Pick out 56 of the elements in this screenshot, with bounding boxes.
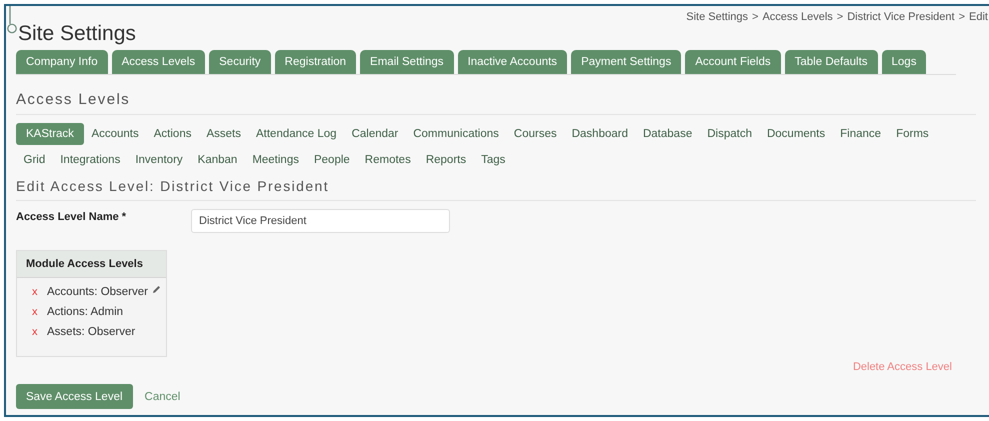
- remove-button[interactable]: x: [32, 326, 47, 338]
- field-label: Access Level Name *: [16, 211, 128, 223]
- module-tab[interactable]: Actions: [146, 123, 199, 145]
- settings-tab[interactable]: Company Info: [16, 50, 108, 74]
- module-tab[interactable]: KAStrack: [16, 123, 84, 145]
- breadcrumb-separator: >: [752, 11, 758, 23]
- settings-tab[interactable]: Email Settings: [360, 50, 454, 74]
- module-tab[interactable]: Reports: [418, 149, 474, 171]
- module-tab[interactable]: Forms: [888, 123, 936, 145]
- timeline-marker-icon: [7, 6, 17, 36]
- save-button[interactable]: Save Access Level: [16, 384, 133, 409]
- settings-tab[interactable]: Security: [209, 50, 271, 74]
- cancel-link[interactable]: Cancel: [144, 390, 180, 402]
- module-tab[interactable]: Courses: [506, 123, 564, 145]
- module-access-item: Accounts: Observer: [47, 286, 148, 298]
- module-tab[interactable]: Finance: [832, 123, 889, 145]
- module-tab[interactable]: Database: [635, 123, 700, 145]
- breadcrumb-link[interactable]: Site Settings: [686, 11, 748, 23]
- module-tab[interactable]: Meetings: [244, 149, 306, 171]
- breadcrumb-link[interactable]: District Vice President: [847, 11, 955, 23]
- page-title: Site Settings: [18, 22, 136, 46]
- module-tab[interactable]: Dispatch: [700, 123, 760, 145]
- settings-tab[interactable]: Logs: [882, 50, 926, 74]
- module-tab[interactable]: Documents: [759, 123, 833, 145]
- module-tab[interactable]: Calendar: [344, 123, 406, 145]
- name-input-field[interactable]: District Vice President: [191, 209, 450, 233]
- settings-tab[interactable]: Account Fields: [685, 50, 781, 74]
- breadcrumb-link[interactable]: Access Levels: [762, 11, 833, 23]
- module-tab[interactable]: Grid: [16, 149, 53, 171]
- module-tab[interactable]: Kanban: [190, 149, 245, 171]
- edit-heading: Edit Access Level: District Vice President: [16, 178, 976, 201]
- settings-tab[interactable]: Access Levels: [112, 50, 206, 74]
- module-access-item: Actions: Admin: [47, 306, 124, 318]
- pencil-icon[interactable]: [152, 284, 161, 294]
- module-tab[interactable]: Communications: [406, 123, 506, 145]
- remove-button[interactable]: x: [32, 286, 47, 298]
- section-heading: Access Levels: [16, 91, 976, 115]
- module-tab[interactable]: People: [306, 149, 358, 171]
- module-tab[interactable]: Assets: [198, 123, 248, 145]
- breadcrumb-link[interactable]: Edit: [969, 11, 988, 23]
- module-tab[interactable]: Integrations: [52, 149, 128, 171]
- module-tab[interactable]: Attendance Log: [248, 123, 344, 145]
- settings-tab[interactable]: Table Defaults: [784, 50, 878, 74]
- settings-tab[interactable]: Registration: [274, 50, 356, 74]
- module-tab[interactable]: Remotes: [357, 149, 418, 171]
- remove-button[interactable]: x: [32, 306, 47, 318]
- panel-heading: Module Access Levels: [17, 251, 166, 278]
- module-tab[interactable]: Accounts: [84, 123, 146, 145]
- module-access-item: Assets: Observer: [47, 326, 136, 338]
- module-tab[interactable]: Inventory: [128, 149, 190, 171]
- settings-tab[interactable]: Inactive Accounts: [458, 50, 568, 74]
- breadcrumb-separator: >: [958, 11, 966, 23]
- module-tab[interactable]: Tags: [474, 149, 513, 171]
- module-tab[interactable]: Dashboard: [564, 123, 636, 145]
- breadcrumb-separator: >: [836, 11, 844, 23]
- settings-tab[interactable]: Payment Settings: [571, 50, 682, 74]
